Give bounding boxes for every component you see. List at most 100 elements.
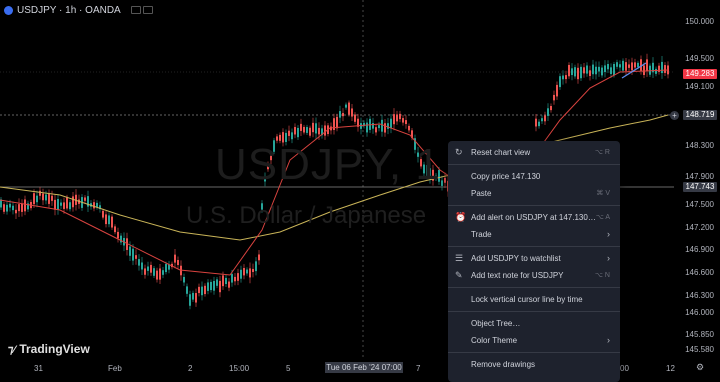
- menu-separator: [448, 246, 620, 247]
- candle-body: [402, 118, 404, 123]
- candle-body: [309, 127, 311, 136]
- candle-body: [225, 277, 227, 285]
- reset-icon: ↻: [455, 147, 463, 157]
- menu-item-reset-chart-view[interactable]: ↻ Reset chart view ⌥ R: [448, 144, 620, 161]
- menu-item-shortcut: ⌥ N: [594, 272, 610, 279]
- candle-body: [120, 235, 122, 243]
- candle-body: [312, 122, 314, 133]
- menu-item-label: Color Theme: [471, 336, 518, 345]
- candle-body: [192, 292, 194, 300]
- candle-body: [628, 64, 630, 68]
- candle-body: [60, 202, 62, 206]
- menu-item-lock-vertical-cursor-line-by-time[interactable]: Lock vertical cursor line by time: [448, 291, 620, 308]
- menu-item-label: Reset chart view: [471, 148, 531, 157]
- candle-body: [643, 65, 645, 75]
- candle-body: [613, 64, 615, 76]
- candle-body: [165, 263, 167, 273]
- candle-body: [69, 202, 71, 210]
- candle-body: [622, 60, 624, 71]
- candle-body: [339, 111, 341, 118]
- time-tick-label: 12: [666, 364, 675, 373]
- candle-body: [607, 63, 609, 70]
- candle-body: [553, 94, 555, 101]
- candle-body: [183, 276, 185, 283]
- candle-body: [3, 204, 5, 212]
- candle-body: [556, 84, 558, 97]
- candle-body: [444, 177, 446, 183]
- candle-body: [243, 267, 245, 276]
- chart-title[interactable]: USDJPY · 1h · OANDA: [17, 5, 121, 16]
- menu-item-copy-price-147-130[interactable]: Copy price 147.130: [448, 168, 620, 185]
- candle-body: [586, 65, 588, 74]
- price-tag: 148.719: [683, 110, 717, 120]
- tradingview-logo-text: TradingView: [19, 342, 90, 356]
- candle-body: [535, 118, 537, 127]
- candle-body: [111, 216, 113, 228]
- candle-body: [216, 279, 218, 286]
- candle-body: [601, 67, 603, 76]
- menu-item-shortcut: ⌘ V: [596, 190, 610, 197]
- candle-body: [592, 64, 594, 75]
- candle-body: [345, 104, 347, 108]
- menu-item-label: Add alert on USDJPY at 147.130…: [471, 213, 596, 222]
- candle-body: [541, 118, 543, 122]
- menu-item-remove-drawings[interactable]: Remove drawings: [448, 356, 620, 373]
- menu-item-color-theme[interactable]: Color Theme ›: [448, 332, 620, 349]
- candle-body: [441, 180, 443, 186]
- candle-body: [174, 254, 176, 263]
- candle-body: [153, 268, 155, 276]
- price-tick-label: 145.850: [685, 330, 714, 339]
- candle-body: [568, 64, 570, 77]
- candle-body: [45, 194, 47, 201]
- menu-item-label: Copy price 147.130: [471, 172, 541, 181]
- price-axis[interactable]: 150.000149.500149.100148.700148.300147.9…: [674, 0, 720, 372]
- candle-body: [598, 66, 600, 72]
- candle-body: [129, 246, 131, 256]
- menu-item-trade[interactable]: Trade ›: [448, 226, 620, 243]
- candle-body: [66, 196, 68, 209]
- candle-body: [351, 108, 353, 117]
- candle-body: [565, 75, 567, 80]
- candle-body: [616, 62, 618, 67]
- candle-body: [237, 273, 239, 281]
- candle-body: [84, 197, 86, 201]
- menu-separator: [448, 287, 620, 288]
- candle-body: [249, 268, 251, 278]
- price-tick-label: 148.300: [685, 141, 714, 150]
- price-tag: 149.283: [683, 69, 717, 79]
- menu-item-add-alert-on-usdjpy-at-147-130[interactable]: ⏰ Add alert on USDJPY at 147.130… ⌥ A: [448, 209, 620, 226]
- candle-body: [604, 65, 606, 73]
- price-tick-label: 146.000: [685, 308, 714, 317]
- candle-body: [562, 75, 564, 80]
- candle-body: [105, 214, 107, 225]
- add-alert-plus-icon[interactable]: +: [670, 111, 679, 120]
- candle-body: [240, 269, 242, 279]
- menu-item-label: Remove drawings: [471, 360, 536, 369]
- settings-gear-icon[interactable]: ⚙: [696, 363, 705, 372]
- candle-body: [210, 281, 212, 291]
- candle-body: [336, 116, 338, 129]
- candle-body: [631, 62, 633, 71]
- candle-body: [378, 125, 380, 129]
- menu-item-add-usdjpy-to-watchlist[interactable]: ☰ Add USDJPY to watchlist ›: [448, 250, 620, 267]
- candle-body: [222, 275, 224, 287]
- menu-item-paste[interactable]: Paste ⌘ V: [448, 185, 620, 202]
- candle-body: [33, 193, 35, 205]
- menu-separator: [448, 205, 620, 206]
- candle-body: [297, 127, 299, 138]
- status-icon-1: [130, 6, 141, 14]
- menu-item-shortcut: ⌥ R: [594, 149, 610, 156]
- submenu-chevron-icon: ›: [607, 229, 610, 239]
- candle-body: [255, 261, 257, 272]
- candle-body: [625, 62, 627, 71]
- candle-body: [547, 108, 549, 116]
- candle-body: [393, 114, 395, 125]
- menu-separator: [448, 164, 620, 165]
- tradingview-logo-icon: ⁊⁄: [8, 343, 16, 356]
- menu-item-object-tree[interactable]: Object Tree…: [448, 315, 620, 332]
- tradingview-logo[interactable]: ⁊⁄ TradingView: [8, 342, 90, 356]
- price-tick-label: 145.580: [685, 345, 714, 354]
- candle-body: [655, 68, 657, 74]
- price-tick-label: 147.900: [685, 172, 714, 181]
- menu-item-add-text-note-for-usdjpy[interactable]: ✎ Add text note for USDJPY ⌥ N: [448, 267, 620, 284]
